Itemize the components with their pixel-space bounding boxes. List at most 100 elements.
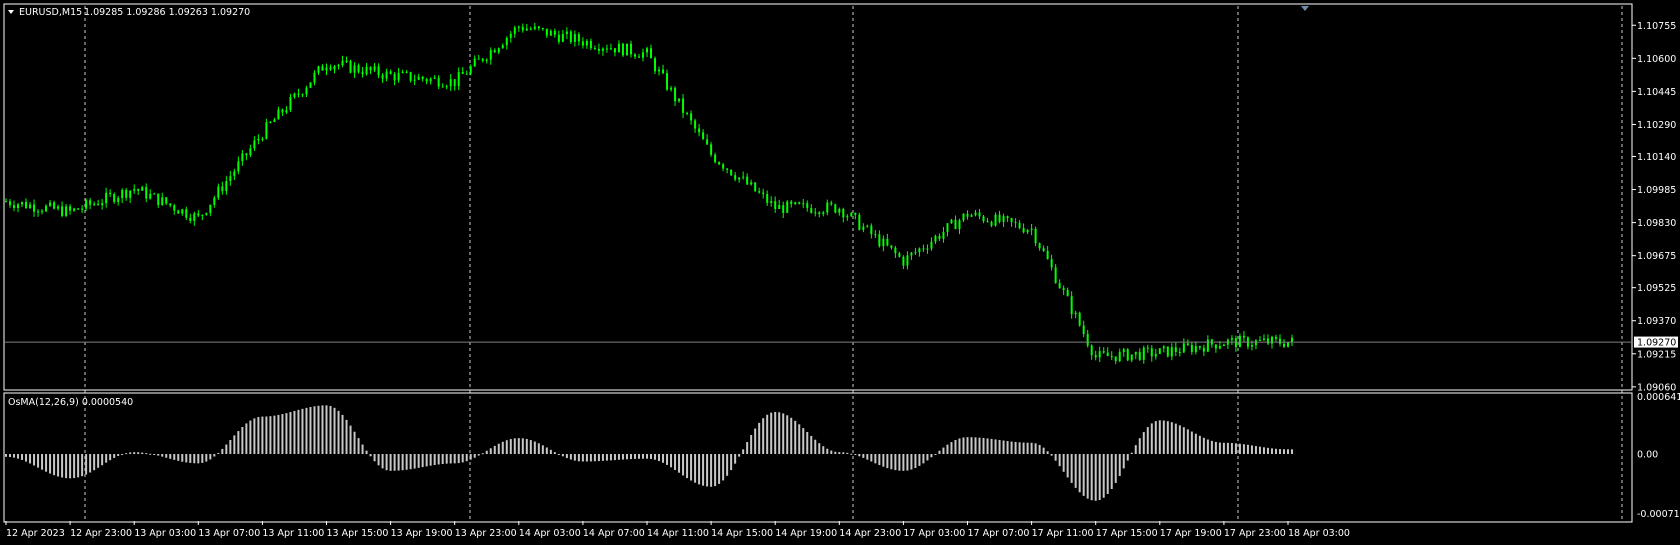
candle-body <box>702 132 705 140</box>
candle-body <box>1198 346 1201 348</box>
histogram-bar <box>762 418 765 455</box>
histogram-bar <box>1038 444 1041 455</box>
candle-body <box>1038 243 1041 249</box>
histogram-bar <box>125 453 128 455</box>
histogram-bar <box>77 454 80 478</box>
histogram-bar <box>926 454 929 461</box>
histogram-bar <box>285 413 288 455</box>
histogram-bar <box>81 454 84 477</box>
histogram-bar <box>1250 445 1253 455</box>
candle-body <box>1090 345 1093 356</box>
candle-body <box>910 252 913 256</box>
histogram-bar <box>970 437 973 455</box>
candle-body <box>609 48 612 50</box>
candle-body <box>998 214 1001 222</box>
candle-body <box>1010 218 1013 223</box>
candle-body <box>305 87 308 95</box>
histogram-bar <box>537 443 540 455</box>
x-tick-label: 13 Apr 23:00 <box>455 528 517 539</box>
histogram-bar <box>938 450 941 455</box>
candle-body <box>1022 228 1025 233</box>
histogram-bar <box>1130 452 1133 455</box>
histogram-bar <box>529 440 532 455</box>
histogram-bar <box>129 452 132 455</box>
candle-body <box>1014 222 1017 224</box>
histogram-bar <box>241 426 244 455</box>
histogram-bar <box>882 454 885 467</box>
trading-chart[interactable]: 1.10755 1.10600 1.10445 1.10290 1.10140 1.099… <box>0 0 1680 545</box>
candle-body <box>1182 343 1185 353</box>
candle-body <box>525 28 528 31</box>
shift-marker-icon[interactable] <box>1301 6 1309 11</box>
histogram-bar <box>1182 427 1185 455</box>
histogram-bar <box>814 439 817 455</box>
histogram-bar <box>565 454 568 459</box>
candle-body <box>1150 348 1153 357</box>
histogram-bar <box>329 405 332 455</box>
histogram-bar <box>309 406 312 455</box>
candle-body <box>465 73 468 75</box>
histogram-bar <box>221 448 224 455</box>
candle-body <box>93 203 96 205</box>
candle-body <box>177 210 180 214</box>
candle-body <box>778 205 781 209</box>
histogram-bar <box>177 454 180 461</box>
histogram-bar <box>385 454 388 471</box>
candle-body <box>1082 325 1085 334</box>
histogram-bar <box>377 454 380 466</box>
candle-body <box>1030 228 1033 230</box>
candle-body <box>473 58 476 67</box>
candle-body <box>593 48 596 50</box>
candle-body <box>1094 355 1097 358</box>
histogram-bar <box>409 454 412 470</box>
histogram-bar <box>141 452 144 455</box>
histogram-bar <box>750 435 753 455</box>
candle-body <box>786 201 789 213</box>
candle-body <box>249 148 252 156</box>
candle-body <box>453 79 456 87</box>
candle-body <box>682 98 685 113</box>
collapse-triangle-icon[interactable] <box>8 10 14 14</box>
histogram-bar <box>465 454 468 462</box>
candle-body <box>529 28 532 30</box>
histogram-bar <box>61 454 64 478</box>
candle-body <box>209 204 212 214</box>
candle-body <box>393 73 396 81</box>
histogram-bar <box>670 454 673 468</box>
histogram-bar <box>49 454 52 474</box>
candle-body <box>289 96 292 111</box>
histogram-bar <box>766 414 769 455</box>
candle-body <box>25 201 28 208</box>
histogram-bar <box>782 413 785 455</box>
candle-body <box>373 66 376 71</box>
histogram-bar <box>605 454 608 461</box>
candle-body <box>794 202 797 205</box>
histogram-bar <box>690 454 693 481</box>
histogram-bar <box>974 437 977 455</box>
candle-body <box>521 26 524 31</box>
histogram-bar <box>453 454 456 464</box>
candle-body <box>153 193 156 195</box>
y-tick-label: 1.09215 <box>1637 349 1676 360</box>
histogram-bar <box>265 416 268 455</box>
histogram-bar <box>361 444 364 455</box>
candle-body <box>1042 248 1045 252</box>
histogram-bar <box>674 454 677 470</box>
candle-body <box>806 203 809 209</box>
candle-body <box>1118 351 1121 362</box>
candle-body <box>641 52 644 58</box>
candle-body <box>1258 340 1261 342</box>
candle-body <box>29 204 32 208</box>
y-tick-label: 1.10600 <box>1637 54 1676 65</box>
candle-body <box>1086 333 1089 346</box>
x-tick-label: 14 Apr 07:00 <box>583 528 645 539</box>
candle-body <box>553 30 556 35</box>
candle-body <box>173 205 176 211</box>
histogram-bar <box>297 409 300 455</box>
histogram-bar <box>1122 454 1125 469</box>
histogram-bar <box>1291 449 1294 455</box>
y-tick-label: 1.09370 <box>1637 316 1676 327</box>
histogram-bar <box>850 453 853 455</box>
candle-body <box>245 153 248 156</box>
candle-body <box>589 40 592 49</box>
